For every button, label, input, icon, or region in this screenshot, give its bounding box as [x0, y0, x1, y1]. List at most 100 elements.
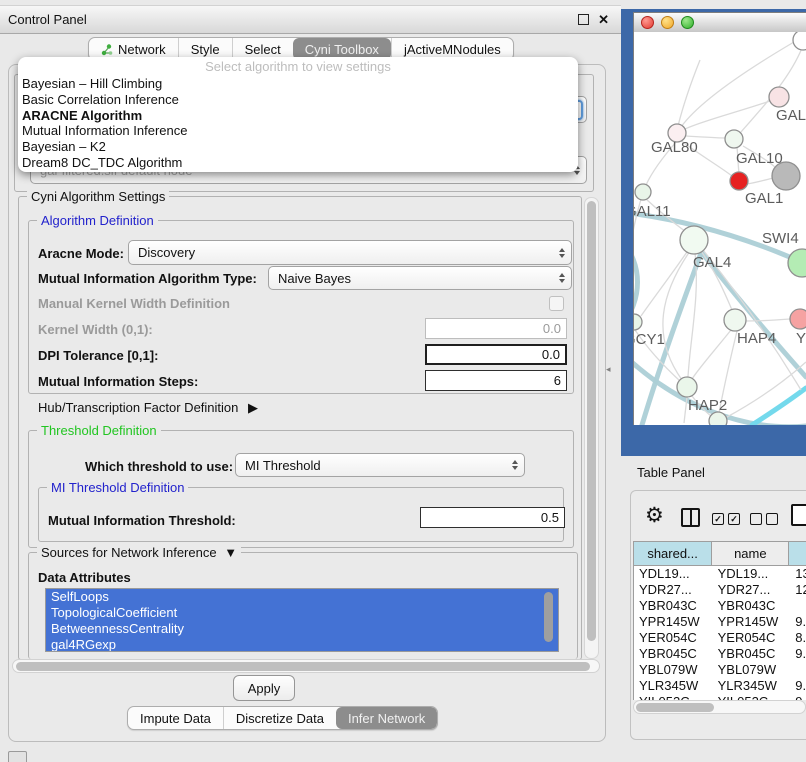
- table-hscrollbar[interactable]: [633, 700, 806, 714]
- algorithm-option-aracne-algorithm[interactable]: ARACNE Algorithm: [18, 108, 578, 124]
- column-layout-icon[interactable]: [681, 508, 700, 527]
- gear-icon[interactable]: ⚙: [645, 505, 664, 526]
- algorithm-option-bayesian-hill-climbing[interactable]: Bayesian – Hill Climbing: [18, 76, 578, 92]
- manual-kernel-checkbox[interactable]: [549, 296, 564, 311]
- split-divider-handle-icon[interactable]: ◂: [606, 364, 611, 375]
- network-edge[interactable]: [746, 319, 790, 321]
- network-node-gal[interactable]: [769, 87, 789, 107]
- combo-stepper-icon[interactable]: [555, 245, 568, 261]
- network-edge[interactable]: [678, 60, 700, 126]
- which-threshold-combo[interactable]: MI Threshold: [235, 453, 525, 477]
- table-cell: 9.: [790, 614, 806, 630]
- table-cell: YLR345W: [713, 678, 791, 694]
- table-cell: YDL19...: [713, 566, 791, 582]
- network-node-label-hap4: HAP4: [737, 330, 776, 347]
- expand-right-icon[interactable]: ▶: [248, 400, 258, 415]
- network-window-titlebar[interactable]: [634, 13, 806, 33]
- dpi-tolerance-value: 0.0: [542, 347, 560, 362]
- data-attributes-list[interactable]: SelfLoopsTopologicalCoefficientBetweenne…: [45, 588, 559, 652]
- network-node-hap4[interactable]: [724, 309, 746, 331]
- float-window-icon[interactable]: [578, 14, 589, 25]
- network-edge[interactable]: [692, 330, 731, 379]
- algorithm-option-mutual-information-inference[interactable]: Mutual Information Inference: [18, 123, 578, 139]
- network-edge[interactable]: [747, 178, 773, 184]
- table-row[interactable]: YDL19...YDL19...13: [634, 566, 806, 582]
- mi-steps-field[interactable]: 6: [425, 370, 567, 391]
- network-node-gal1[interactable]: [730, 172, 748, 190]
- algorithm-option-bayesian-k2[interactable]: Bayesian – K2: [18, 139, 578, 155]
- settings-hscrollbar[interactable]: [12, 659, 600, 673]
- attribute-item-selfloops[interactable]: SelfLoops: [46, 589, 558, 605]
- hub-definition-label[interactable]: Hub/Transcription Factor Definition ▶: [38, 400, 258, 416]
- network-edge[interactable]: [752, 388, 806, 425]
- algorithm-option-dream8-dc-tdc-algorithm[interactable]: Dream8 DC_TDC Algorithm: [18, 155, 578, 171]
- table-row[interactable]: YPR145WYPR145W9.: [634, 614, 806, 630]
- document-icon[interactable]: [791, 504, 806, 526]
- mi-steps-value: 6: [554, 373, 561, 388]
- network-node[interactable]: [793, 32, 806, 50]
- node-attribute-table: shared...nameA YDL19...YDL19...13YDR27..…: [633, 541, 806, 700]
- network-edge[interactable]: [634, 240, 638, 326]
- network-node-y[interactable]: [790, 309, 806, 329]
- settings-vscrollbar-thumb[interactable]: [587, 201, 596, 641]
- table-row[interactable]: YBR045CYBR045C9.: [634, 646, 806, 662]
- aracne-mode-combo[interactable]: Discovery: [128, 240, 572, 265]
- list-scrollbar-thumb[interactable]: [544, 592, 553, 642]
- network-node-gal4[interactable]: [680, 226, 708, 254]
- algorithm-option-basic-correlation-inference[interactable]: Basic Correlation Inference: [18, 92, 578, 108]
- hub-definition-text: Hub/Transcription Factor Definition: [38, 400, 238, 415]
- network-edge[interactable]: [685, 101, 770, 129]
- network-node-hap2[interactable]: [677, 377, 697, 397]
- algorithm-definition-title: Algorithm Definition: [37, 213, 158, 228]
- table-row[interactable]: YDR27...YDR27...12: [634, 582, 806, 598]
- network-edge[interactable]: [727, 362, 806, 417]
- tab-infer-network[interactable]: Infer Network: [336, 707, 437, 729]
- close-icon[interactable]: ✕: [598, 13, 609, 26]
- deselect-all-checks-icon[interactable]: [750, 513, 778, 525]
- table-header-row: shared...nameA: [633, 541, 806, 566]
- table-row[interactable]: YER054CYER054C8.: [634, 630, 806, 646]
- network-node-swi4[interactable]: [788, 249, 806, 277]
- table-hscrollbar-thumb[interactable]: [636, 703, 714, 712]
- dpi-tolerance-field[interactable]: 0.0: [425, 344, 567, 365]
- apply-button[interactable]: Apply: [233, 675, 295, 701]
- combo-stepper-icon[interactable]: [508, 457, 521, 473]
- network-canvas[interactable]: GALGAL80GAL10GAL1GAL11GAL4SWI4GCY1HAP4YH…: [634, 32, 806, 425]
- table-panel-title: Table Panel: [637, 465, 705, 480]
- table-row[interactable]: YLR345WYLR345W9.: [634, 678, 806, 694]
- network-node-label-gal10: GAL10: [736, 150, 783, 167]
- tab-impute-data[interactable]: Impute Data: [128, 707, 223, 729]
- column-header-name[interactable]: name: [712, 542, 789, 565]
- table-cell: 12: [790, 582, 806, 598]
- network-edge[interactable]: [686, 136, 727, 138]
- table-cell: YLR345W: [634, 678, 713, 694]
- close-traffic-light-icon[interactable]: [641, 16, 654, 29]
- tab-discretize-data[interactable]: Discretize Data: [223, 707, 336, 729]
- table-row[interactable]: YBR043CYBR043C: [634, 598, 806, 614]
- network-node-gal11[interactable]: [635, 184, 651, 200]
- minimize-traffic-light-icon[interactable]: [661, 16, 674, 29]
- column-header-a[interactable]: A: [789, 542, 806, 565]
- network-node-gal10[interactable]: [725, 130, 743, 148]
- attribute-item-topologicalcoefficient[interactable]: TopologicalCoefficient: [46, 605, 558, 621]
- column-header-shared[interactable]: shared...: [634, 542, 712, 565]
- select-all-checks-icon[interactable]: ✓✓: [712, 513, 740, 525]
- network-node-gcy1[interactable]: [634, 314, 642, 330]
- mi-type-combo[interactable]: Naive Bayes: [268, 266, 572, 290]
- table-row[interactable]: YBL079WYBL079W: [634, 662, 806, 678]
- table-cell: YBR043C: [713, 598, 791, 614]
- collapse-down-icon[interactable]: ▼: [224, 545, 237, 560]
- minimized-panel-icon[interactable]: [8, 751, 27, 762]
- zoom-traffic-light-icon[interactable]: [681, 16, 694, 29]
- mi-threshold-field[interactable]: 0.5: [420, 507, 565, 528]
- attribute-item-betweennesscentrality[interactable]: BetweennessCentrality: [46, 621, 558, 637]
- kernel-width-field[interactable]: 0.0: [425, 318, 567, 339]
- table-cell: YBR043C: [634, 598, 713, 614]
- settings-vscrollbar[interactable]: [584, 197, 599, 659]
- attribute-item-gal4rgexp[interactable]: gal4RGexp: [46, 637, 558, 652]
- combo-stepper-icon[interactable]: [555, 270, 568, 286]
- tab-select-label: Select: [245, 42, 281, 57]
- settings-hscrollbar-thumb[interactable]: [16, 662, 590, 671]
- table-cell: YBL079W: [634, 662, 713, 678]
- sources-group-title[interactable]: Sources for Network Inference ▼: [37, 545, 241, 560]
